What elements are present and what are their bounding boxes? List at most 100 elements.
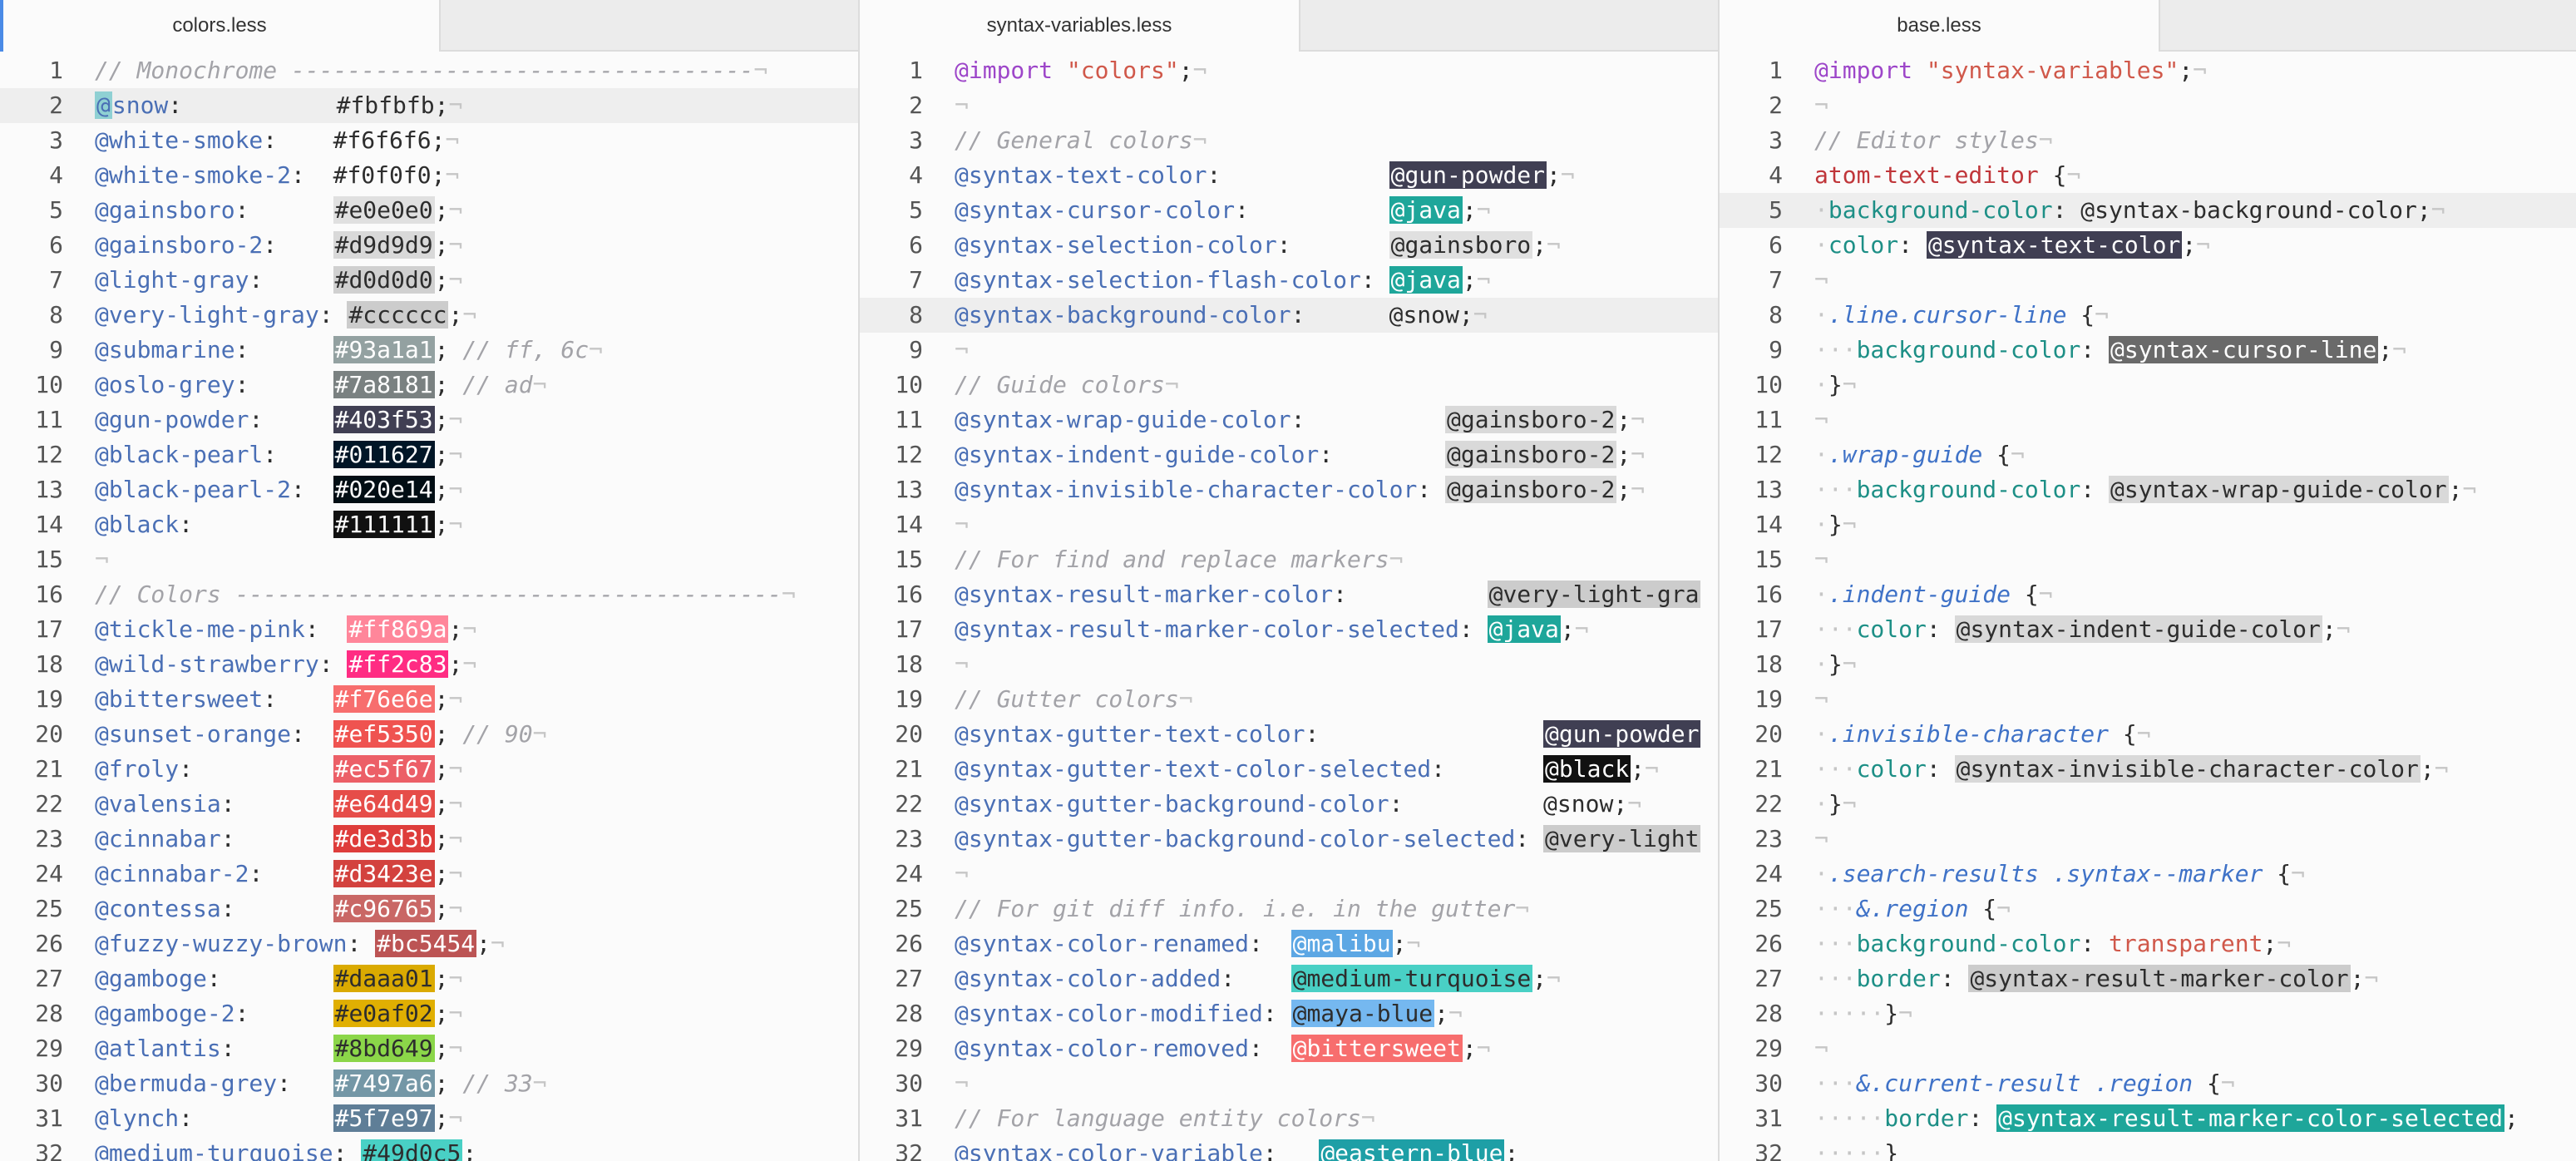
code-line[interactable]: 17 @syntax-result-marker-color-selected: …	[860, 612, 1718, 647]
code-line[interactable]: 6 ·color: @syntax-text-color;¬	[1720, 228, 2576, 263]
code-line[interactable]: 21 ···color: @syntax-invisible-character-…	[1720, 752, 2576, 787]
code-line[interactable]: 2 ¬	[860, 88, 1718, 123]
code-line[interactable]: 2 ¬	[1720, 88, 2576, 123]
code-line[interactable]: 12 ·.wrap-guide {¬	[1720, 437, 2576, 472]
code-editor[interactable]: 1 @import "syntax-variables";¬ 2 ¬ 3// Edito…	[1720, 52, 2576, 1161]
code-line[interactable]: 26 @syntax-color-renamed: @malibu;¬	[860, 926, 1718, 961]
code-line[interactable]: 3 @white-smoke: #f6f6f6;¬	[0, 123, 858, 158]
code-line[interactable]: 6 @gainsboro-2: #d9d9d9;¬	[0, 228, 858, 263]
code-line[interactable]: 5 ·background-color: @syntax-background-c…	[1720, 193, 2576, 228]
code-line[interactable]: 25 @contessa: #c96765;¬	[0, 892, 858, 926]
code-line[interactable]: 11 @syntax-wrap-guide-color: @gainsboro-2…	[860, 403, 1718, 437]
code-line[interactable]: 12 @syntax-indent-guide-color: @gainsboro…	[860, 437, 1718, 472]
code-line[interactable]: 32 @medium-turquoise: #49d0c5;	[0, 1136, 858, 1161]
editor-pane-colors[interactable]: colors.less 1 // Monochrome -------------…	[0, 0, 860, 1161]
code-line[interactable]: 11 ¬	[1720, 403, 2576, 437]
code-line[interactable]: 19 @bittersweet: #f76e6e;¬	[0, 682, 858, 717]
code-line[interactable]: 7 @light-gray: #d0d0d0;¬	[0, 263, 858, 298]
code-line[interactable]: 23 ¬	[1720, 822, 2576, 857]
code-line[interactable]: 15 // For find and replace markers¬	[860, 542, 1718, 577]
code-line[interactable]: 25 ···&.region {¬	[1720, 892, 2576, 926]
code-line[interactable]: 20 @syntax-gutter-text-color: @gun-powder	[860, 717, 1718, 752]
code-line[interactable]: 20 @sunset-orange: #ef5350; // 90¬	[0, 717, 858, 752]
code-line[interactable]: 11 @gun-powder: #403f53;¬	[0, 403, 858, 437]
code-line[interactable]: 4 atom-text-editor {¬	[1720, 158, 2576, 193]
code-line[interactable]: 16 ·.indent-guide {¬	[1720, 577, 2576, 612]
code-line[interactable]: 25 // For git diff info. i.e. in the gutt…	[860, 892, 1718, 926]
code-line[interactable]: 12 @black-pearl: #011627;¬	[0, 437, 858, 472]
code-line[interactable]: 24 ·.search-results .syntax--marker {¬	[1720, 857, 2576, 892]
code-line[interactable]: 18 ¬	[860, 647, 1718, 682]
code-line[interactable]: 1 @import "syntax-variables";¬	[1720, 53, 2576, 88]
tab-base-less[interactable]: base.less	[1720, 0, 2160, 52]
code-line[interactable]: 9 ¬	[860, 333, 1718, 368]
code-line[interactable]: 27 @syntax-color-added: @medium-turquoise…	[860, 961, 1718, 996]
code-editor[interactable]: 1 // Monochrome -------------------------…	[0, 52, 858, 1161]
code-line[interactable]: 14 ¬	[860, 507, 1718, 542]
code-line[interactable]: 22 ·}¬	[1720, 787, 2576, 822]
code-line[interactable]: 19 ¬	[1720, 682, 2576, 717]
code-line[interactable]: 6 @syntax-selection-color: @gainsboro;¬	[860, 228, 1718, 263]
code-line[interactable]: 30 @bermuda-grey: #7497a6; // 33¬	[0, 1066, 858, 1101]
code-line[interactable]: 10 ·}¬	[1720, 368, 2576, 403]
editor-pane-base[interactable]: base.less 1 @import "syntax-variables";¬ 2…	[1720, 0, 2576, 1161]
code-line[interactable]: 28 @syntax-color-modified: @maya-blue;¬	[860, 996, 1718, 1031]
code-line[interactable]: 5 @syntax-cursor-color: @java;¬	[860, 193, 1718, 228]
code-line[interactable]: 22 @syntax-gutter-background-color: @snow…	[860, 787, 1718, 822]
code-line[interactable]: 5 @gainsboro: #e0e0e0;¬	[0, 193, 858, 228]
code-line[interactable]: 23 @cinnabar: #de3d3b;¬	[0, 822, 858, 857]
code-line[interactable]: 2 @snow: #fbfbfb;¬	[0, 88, 858, 123]
code-line[interactable]: 18 @wild-strawberry: #ff2c83;¬	[0, 647, 858, 682]
code-line[interactable]: 19 // Gutter colors¬	[860, 682, 1718, 717]
code-line[interactable]: 21 @syntax-gutter-text-color-selected: @b…	[860, 752, 1718, 787]
code-line[interactable]: 16 @syntax-result-marker-color: @very-lig…	[860, 577, 1718, 612]
code-line[interactable]: 17 ···color: @syntax-indent-guide-color;¬	[1720, 612, 2576, 647]
code-line[interactable]: 29 @atlantis: #8bd649;¬	[0, 1031, 858, 1066]
code-line[interactable]: 29 @syntax-color-removed: @bittersweet;¬	[860, 1031, 1718, 1066]
code-line[interactable]: 13 ···background-color: @syntax-wrap-guid…	[1720, 472, 2576, 507]
code-line[interactable]: 31 // For language entity colors¬	[860, 1101, 1718, 1136]
code-line[interactable]: 28 ·····}¬	[1720, 996, 2576, 1031]
code-line[interactable]: 7 ¬	[1720, 263, 2576, 298]
code-line[interactable]: 31 @lynch: #5f7e97;¬	[0, 1101, 858, 1136]
code-line[interactable]: 14 @black: #111111;¬	[0, 507, 858, 542]
code-line[interactable]: 20 ·.invisible-character {¬	[1720, 717, 2576, 752]
code-line[interactable]: 10 // Guide colors¬	[860, 368, 1718, 403]
code-line[interactable]: 1 @import "colors";¬	[860, 53, 1718, 88]
code-line[interactable]: 24 @cinnabar-2: #d3423e;¬	[0, 857, 858, 892]
code-line[interactable]: 7 @syntax-selection-flash-color: @java;¬	[860, 263, 1718, 298]
code-line[interactable]: 22 @valensia: #e64d49;¬	[0, 787, 858, 822]
editor-pane-syntax-variables[interactable]: syntax-variables.less 1 @import "colors";…	[860, 0, 1720, 1161]
code-line[interactable]: 27 ···border: @syntax-result-marker-color…	[1720, 961, 2576, 996]
code-line[interactable]: 1 // Monochrome -------------------------…	[0, 53, 858, 88]
code-line[interactable]: 29 ¬	[1720, 1031, 2576, 1066]
code-line[interactable]: 32 @syntax-color-variable: @eastern-blue;	[860, 1136, 1718, 1161]
code-line[interactable]: 14 ·}¬	[1720, 507, 2576, 542]
code-line[interactable]: 9 ···background-color: @syntax-cursor-lin…	[1720, 333, 2576, 368]
code-line[interactable]: 16 // Colors ----------------------------…	[0, 577, 858, 612]
code-line[interactable]: 31 ·····border: @syntax-result-marker-col…	[1720, 1101, 2576, 1136]
code-line[interactable]: 4 @white-smoke-2: #f0f0f0;¬	[0, 158, 858, 193]
code-line[interactable]: 4 @syntax-text-color: @gun-powder;¬	[860, 158, 1718, 193]
code-line[interactable]: 13 @syntax-invisible-character-color: @ga…	[860, 472, 1718, 507]
code-line[interactable]: 9 @submarine: #93a1a1; // ff, 6c¬	[0, 333, 858, 368]
code-editor[interactable]: 1 @import "colors";¬ 2 ¬ 3// General colors¬…	[860, 52, 1718, 1161]
code-line[interactable]: 32 ·····}	[1720, 1136, 2576, 1161]
code-line[interactable]: 21 @froly: #ec5f67;¬	[0, 752, 858, 787]
code-line[interactable]: 3 // Editor styles¬	[1720, 123, 2576, 158]
code-line[interactable]: 18 ·}¬	[1720, 647, 2576, 682]
code-line[interactable]: 23 @syntax-gutter-background-color-select…	[860, 822, 1718, 857]
code-line[interactable]: 15 ¬	[0, 542, 858, 577]
code-line[interactable]: 27 @gamboge: #daaa01;¬	[0, 961, 858, 996]
code-line[interactable]: 28 @gamboge-2: #e0af02;¬	[0, 996, 858, 1031]
code-line[interactable]: 8 @very-light-gray: #cccccc;¬	[0, 298, 858, 333]
code-line[interactable]: 8 @syntax-background-color: @snow;¬	[860, 298, 1718, 333]
code-line[interactable]: 30 ¬	[860, 1066, 1718, 1101]
code-line[interactable]: 8 ·.line.cursor-line {¬	[1720, 298, 2576, 333]
code-line[interactable]: 3 // General colors¬	[860, 123, 1718, 158]
code-line[interactable]: 30 ···&.current-result .region {¬	[1720, 1066, 2576, 1101]
tab-colors-less[interactable]: colors.less	[0, 0, 441, 52]
code-line[interactable]: 17 @tickle-me-pink: #ff869a;¬	[0, 612, 858, 647]
code-line[interactable]: 26 @fuzzy-wuzzy-brown: #bc5454;¬	[0, 926, 858, 961]
code-line[interactable]: 15 ¬	[1720, 542, 2576, 577]
